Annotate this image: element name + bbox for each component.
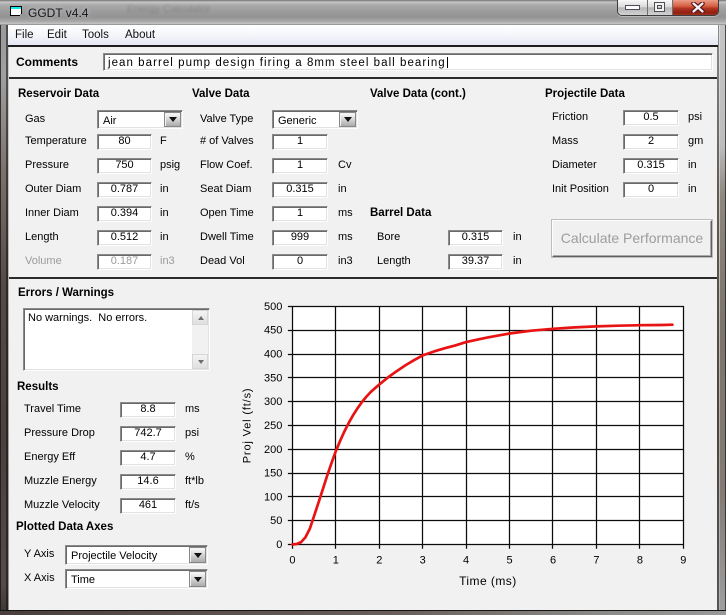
svg-text:0: 0 [289,555,295,567]
svg-text:2: 2 [376,555,382,567]
svg-text:4: 4 [463,555,469,567]
svg-text:5: 5 [507,555,513,567]
svg-text:100: 100 [264,491,282,503]
svg-text:Proj Vel (ft/s): Proj Vel (ft/s) [242,388,254,464]
svg-text:150: 150 [264,468,282,480]
svg-text:9: 9 [680,555,686,567]
svg-text:200: 200 [264,444,282,456]
svg-text:500: 500 [264,301,282,313]
svg-text:400: 400 [264,349,282,361]
svg-text:3: 3 [420,555,426,567]
svg-text:8: 8 [637,555,643,567]
svg-text:7: 7 [593,555,599,567]
svg-text:300: 300 [264,396,282,408]
svg-text:350: 350 [264,372,282,384]
svg-text:1: 1 [333,555,339,567]
svg-text:250: 250 [264,420,282,432]
svg-text:50: 50 [270,515,282,527]
svg-text:Time (ms): Time (ms) [459,574,517,588]
svg-text:0: 0 [276,539,282,551]
svg-text:450: 450 [264,325,282,337]
svg-text:6: 6 [550,555,556,567]
